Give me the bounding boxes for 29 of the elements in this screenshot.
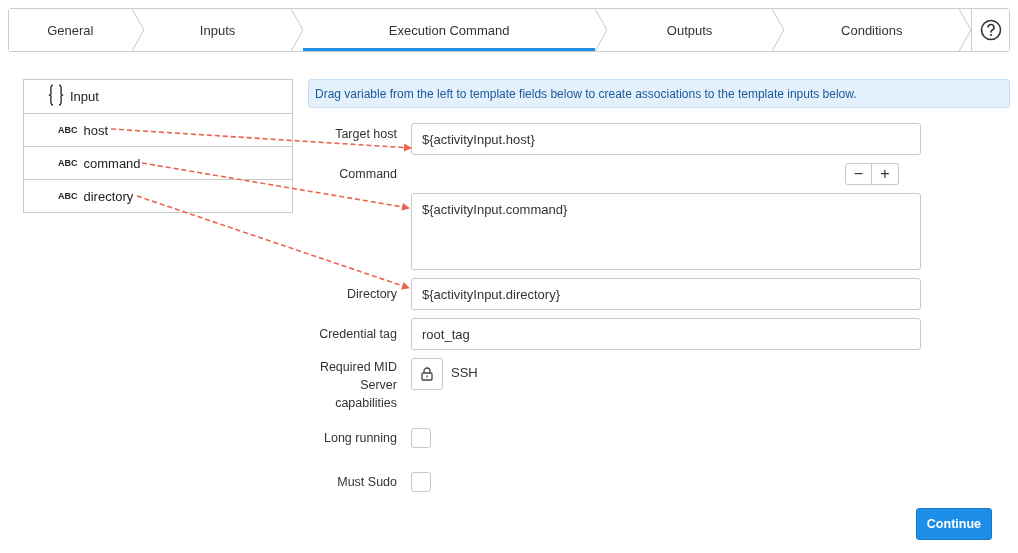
lock-icon — [421, 367, 433, 381]
field-label: Required MID Server capabilities — [318, 359, 397, 412]
type-tag: ABC — [58, 158, 78, 168]
help-icon — [979, 19, 1002, 41]
type-tag: ABC — [58, 125, 78, 135]
field-label: Directory — [346, 286, 397, 303]
variable-name[interactable]: command — [83, 155, 141, 171]
text-field[interactable]: ${activityInput.directory} — [411, 278, 921, 310]
braces-icon — [48, 84, 64, 109]
lock-button[interactable] — [411, 358, 443, 390]
field-label: Target host — [334, 126, 397, 143]
field-label: Long running — [323, 430, 397, 447]
text-field[interactable]: root_tag — [411, 318, 921, 350]
text-field[interactable]: ${activityInput.host} — [411, 123, 921, 155]
capability-value: SSH — [451, 365, 478, 380]
text-area[interactable]: ${activityInput.command} — [411, 193, 921, 270]
type-tag: ABC — [58, 191, 78, 201]
add-button[interactable]: + — [872, 163, 899, 185]
variable-name[interactable]: host — [83, 122, 109, 138]
variable-name[interactable]: directory — [83, 188, 134, 204]
checkbox[interactable] — [411, 472, 431, 492]
checkbox[interactable] — [411, 428, 431, 448]
info-banner: Drag variable from the left to template fields below to create associations to the template inputs below. — [308, 79, 1010, 108]
remove-button[interactable]: − — [845, 163, 872, 185]
variable-group-name: Input — [70, 89, 99, 104]
field-label: Command — [338, 166, 397, 183]
help-button[interactable] — [971, 9, 1009, 51]
field-label: Must Sudo — [336, 474, 397, 491]
field-label: Credential tag — [318, 326, 397, 343]
